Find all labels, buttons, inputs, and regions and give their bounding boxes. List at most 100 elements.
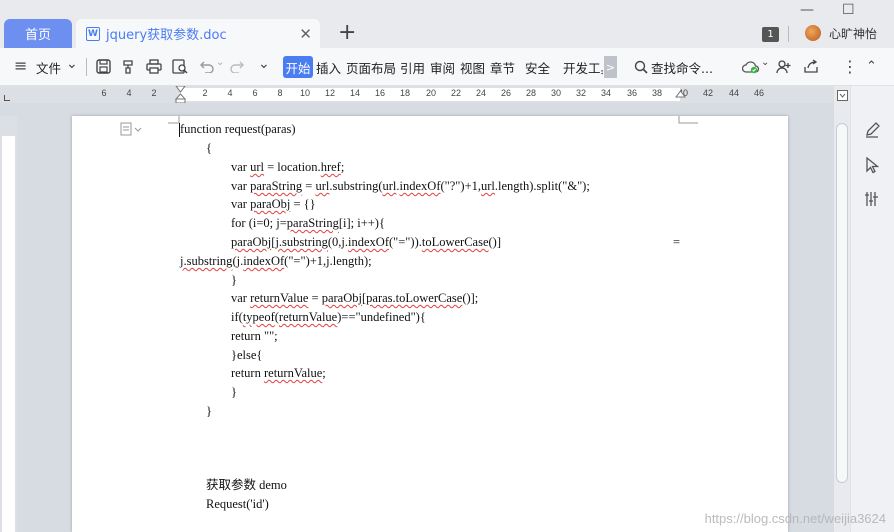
ruler-number: 26 bbox=[500, 88, 512, 98]
ruler-number: 20 bbox=[425, 88, 437, 98]
file-menu[interactable]: 文件 bbox=[36, 58, 61, 77]
username[interactable]: 心旷神怡 bbox=[829, 25, 877, 42]
ruler-number: 44 bbox=[728, 88, 740, 98]
code-line: return ""; bbox=[231, 329, 278, 343]
new-tab-button[interactable]: + bbox=[338, 22, 356, 44]
tab-references[interactable]: 引用 bbox=[400, 58, 425, 77]
code-line: { bbox=[206, 141, 212, 155]
code-line: var paraString = url.substring(url.index… bbox=[231, 179, 590, 193]
ruler-number: 32 bbox=[575, 88, 587, 98]
tools-icon[interactable] bbox=[864, 191, 880, 207]
user-avatar[interactable] bbox=[805, 25, 821, 41]
vertical-ruler[interactable] bbox=[0, 116, 17, 532]
ruler-number: 12 bbox=[324, 88, 336, 98]
ruler-number: 14 bbox=[349, 88, 361, 98]
paragraph-layout-icon[interactable] bbox=[120, 122, 144, 136]
ruler-number: 18 bbox=[399, 88, 411, 98]
divider bbox=[788, 26, 789, 42]
wps-writer-window: 首页 W jquery获取参数.doc ✕ + — ☐ 1 心旷神怡 ≡ 文件 … bbox=[0, 0, 894, 532]
tab-document-title: jquery获取参数.doc bbox=[106, 28, 227, 43]
format-painter-icon[interactable] bbox=[121, 59, 136, 74]
ruler-number: 10 bbox=[299, 88, 311, 98]
ruler-number: 4 bbox=[227, 88, 233, 98]
ruler-number: 34 bbox=[600, 88, 612, 98]
ruler-number: 6 bbox=[101, 88, 107, 98]
document-page[interactable]: function request(paras) { var url = loca… bbox=[72, 116, 788, 532]
print-preview-icon[interactable] bbox=[172, 59, 188, 74]
tab-chapter[interactable]: 章节 bbox=[490, 58, 515, 77]
share-icon[interactable] bbox=[803, 59, 819, 74]
print-icon[interactable] bbox=[146, 59, 162, 74]
code-line: } bbox=[231, 273, 237, 287]
tab-page-layout[interactable]: 页面布局 bbox=[346, 58, 396, 77]
code-line: if(typeof(returnValue)=="undefined"){ bbox=[231, 310, 426, 324]
cloud-sync-icon[interactable] bbox=[742, 60, 760, 74]
code-line: } bbox=[231, 385, 237, 399]
ruler-number: 24 bbox=[475, 88, 487, 98]
redo-icon[interactable] bbox=[230, 60, 246, 73]
code-line: = bbox=[673, 235, 681, 249]
tab-document[interactable]: W jquery获取参数.doc ✕ bbox=[76, 19, 320, 48]
margin-corner-mark bbox=[678, 116, 698, 124]
ruler-number: 4 bbox=[126, 88, 132, 98]
ruler-number: 30 bbox=[550, 88, 562, 98]
menu-icon[interactable]: ≡ bbox=[14, 56, 27, 75]
code-line: var url = location.href; bbox=[231, 160, 345, 174]
ruler-number: 36 bbox=[626, 88, 638, 98]
ruler-number: 22 bbox=[450, 88, 462, 98]
page-nav-icon[interactable] bbox=[837, 90, 848, 101]
tab-home[interactable]: 首页 bbox=[4, 19, 72, 48]
code-line: return returnValue; bbox=[231, 366, 326, 380]
tab-bar: 首页 W jquery获取参数.doc ✕ + — ☐ 1 心旷神怡 bbox=[0, 0, 894, 48]
divider bbox=[86, 58, 87, 76]
code-line: var returnValue = paraObj[paras.toLowerC… bbox=[231, 291, 479, 305]
collapse-ribbon-icon[interactable]: ⌃ bbox=[866, 59, 877, 74]
save-icon[interactable] bbox=[96, 59, 111, 74]
ruler-number: 46 bbox=[753, 88, 765, 98]
chevron-down-icon[interactable]: ⌄ bbox=[66, 56, 78, 72]
tab-stop-selector[interactable] bbox=[4, 95, 10, 101]
indent-marker[interactable] bbox=[175, 86, 186, 103]
right-side-panel bbox=[850, 86, 894, 532]
watermark-text: https://blog.csdn.net/weijia3624 bbox=[704, 511, 886, 526]
chevron-down-icon[interactable]: ⌄ bbox=[761, 57, 769, 68]
tab-review[interactable]: 审阅 bbox=[430, 58, 455, 77]
search-commands-input[interactable]: 查找命令... bbox=[651, 58, 713, 77]
code-line: Request('id') bbox=[206, 497, 269, 511]
right-indent-marker[interactable] bbox=[675, 90, 686, 100]
pen-icon[interactable] bbox=[864, 122, 880, 138]
tab-security[interactable]: 安全 bbox=[525, 58, 550, 77]
ruler-number: 16 bbox=[374, 88, 386, 98]
ruler-number: 38 bbox=[651, 88, 663, 98]
ruler-number: 28 bbox=[525, 88, 537, 98]
more-tabs-button[interactable]: > bbox=[604, 56, 617, 78]
undo-dropdown-icon[interactable]: ⌄ bbox=[216, 57, 224, 68]
minimize-button[interactable]: — bbox=[800, 2, 814, 18]
more-options-icon[interactable]: ⋮ bbox=[842, 57, 858, 76]
scrollbar-thumb[interactable] bbox=[836, 123, 848, 483]
tab-view[interactable]: 视图 bbox=[460, 58, 485, 77]
close-tab-icon[interactable]: ✕ bbox=[299, 25, 312, 43]
code-line: j.substring(j.indexOf("=")+1,j.length); bbox=[180, 254, 372, 268]
add-user-icon[interactable] bbox=[776, 59, 792, 74]
ruler-number: 2 bbox=[202, 88, 208, 98]
maximize-button[interactable]: ☐ bbox=[842, 2, 855, 18]
ruler-number: 42 bbox=[702, 88, 714, 98]
window-count-badge[interactable]: 1 bbox=[762, 27, 779, 42]
search-icon[interactable] bbox=[634, 60, 648, 74]
horizontal-ruler[interactable]: 6 4 2 2 4 6 8 10 12 14 16 18 20 22 24 26… bbox=[0, 86, 834, 103]
tab-insert[interactable]: 插入 bbox=[316, 58, 341, 77]
tab-developer-tools[interactable]: 开发工具 bbox=[563, 58, 603, 77]
ruler-number: 6 bbox=[252, 88, 258, 98]
code-line: }else{ bbox=[231, 348, 263, 362]
code-line: var paraObj = {} bbox=[231, 197, 316, 211]
undo-icon[interactable] bbox=[198, 60, 216, 73]
quick-access-dropdown-icon[interactable]: ⌄ bbox=[258, 56, 270, 72]
ribbon-toolbar: ≡ 文件 ⌄ ⌄ ⌄ 开始 插入 页面布局 引用 审阅 视图 章节 安全 开发工… bbox=[0, 48, 894, 86]
code-line: } bbox=[206, 404, 212, 418]
tab-start[interactable]: 开始 bbox=[283, 56, 313, 78]
select-cursor-icon[interactable] bbox=[865, 157, 879, 174]
word-doc-icon: W bbox=[86, 26, 100, 41]
ruler-text-area bbox=[2, 136, 15, 532]
code-line: for (i=0; j=paraString[i]; i++){ bbox=[231, 216, 385, 230]
